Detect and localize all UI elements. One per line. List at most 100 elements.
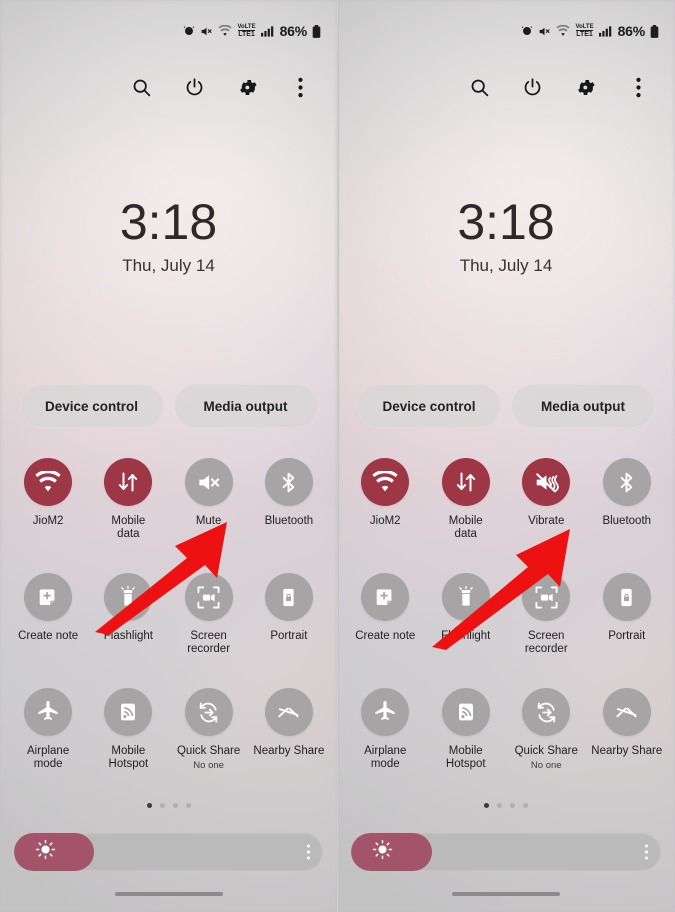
quick-tile-mobile-hotspot[interactable]: Mobile Hotspot [429,688,503,798]
quick-panel-icon-bar [337,62,675,112]
tile-row: Create note Flashlight Screen recorder Port… [337,573,675,688]
quick-tile-portrait[interactable]: Portrait [590,573,664,688]
hotspot-icon[interactable] [104,688,153,736]
quick-tile-portrait[interactable]: Portrait [252,573,326,688]
quick-tile-airplane-mode[interactable]: Airplane mode [348,688,422,798]
navigation-gesture-bar[interactable] [337,892,675,896]
bluetooth-icon[interactable] [602,458,651,506]
sound-off-icon [538,25,551,38]
quick-tile-jiom2[interactable]: JioM2 [348,458,422,573]
page-dot[interactable] [523,803,528,808]
battery-percent-label: 86% [279,23,308,39]
flashlight-icon[interactable] [104,573,153,621]
wifi-icon[interactable] [24,458,73,506]
clock-date: Thu, July 14 [459,255,553,275]
mobile-data-icon[interactable] [104,458,153,506]
tile-row: Airplane mode Mobile Hotspot Quick Share No… [0,688,337,798]
page-dot[interactable] [510,803,515,808]
quick-tile-quick-share[interactable]: Quick Share No one [509,688,583,798]
brightness-more-options-icon[interactable] [645,844,648,860]
quick-tile-nearby-share[interactable]: Nearby Share [252,688,326,798]
device-control-button[interactable]: Device control [357,384,501,428]
status-bar: VoLTE LTE1 86% [337,0,675,62]
quick-tile-bluetooth[interactable]: Bluetooth [590,458,664,573]
quick-tile-bluetooth[interactable]: Bluetooth [252,458,326,573]
quick-tile-label: Screen recorder [524,630,568,655]
page-dot[interactable] [497,803,502,808]
phone-panel-left: VoLTE LTE1 86% 3:18 Thu, July 14 Device … [0,0,337,912]
search-icon[interactable] [466,74,492,100]
brightness-slider-wrap [14,833,323,871]
quick-tile-create-note[interactable]: Create note [11,573,85,688]
vibrate-icon[interactable] [522,458,571,506]
quick-tile-airplane-mode[interactable]: Airplane mode [11,688,85,798]
quick-settings-tiles: JioM2 Mobile data Vibrate Bluetooth Create n… [337,458,675,798]
mute-icon[interactable] [184,458,233,506]
settings-gear-icon[interactable] [234,74,260,100]
brightness-slider[interactable] [14,833,323,871]
quick-tile-mute[interactable]: Mute [172,458,246,573]
quick-tile-flashlight[interactable]: Flashlight [429,573,503,688]
settings-gear-icon[interactable] [572,74,598,100]
nearby-share-icon[interactable] [602,688,651,736]
page-indicator[interactable] [337,803,675,808]
quick-tile-label: Vibrate [528,515,565,527]
quick-tile-mobile-data[interactable]: Mobile data [91,458,165,573]
quick-tile-label: Flashlight [441,630,491,642]
power-icon[interactable] [181,74,207,100]
quick-tile-label: Portrait [270,630,308,642]
device-control-button[interactable]: Device control [19,384,164,428]
quick-settings-tiles: JioM2 Mobile data Mute Bluetooth Create note… [0,458,337,798]
airplane-icon[interactable] [24,688,73,736]
more-options-icon[interactable] [625,74,651,100]
quick-tile-quick-share[interactable]: Quick Share No one [172,688,246,798]
screen-recorder-icon[interactable] [522,573,571,621]
quick-tile-flashlight[interactable]: Flashlight [91,573,165,688]
quick-share-icon[interactable] [522,688,571,736]
wifi-icon [218,25,232,37]
power-icon[interactable] [519,74,545,100]
flashlight-icon[interactable] [441,573,490,621]
rotation-lock-icon[interactable] [264,573,313,621]
more-options-icon[interactable] [287,74,313,100]
quick-tile-label: Quick Share [176,745,241,757]
quick-tile-screen-recorder[interactable]: Screen recorder [509,573,583,688]
quick-share-icon[interactable] [184,688,233,736]
navigation-gesture-bar[interactable] [0,892,337,896]
quick-tile-vibrate[interactable]: Vibrate [509,458,583,573]
quick-tile-jiom2[interactable]: JioM2 [11,458,85,573]
clock-date: Thu, July 14 [122,255,215,275]
quick-tile-create-note[interactable]: Create note [348,573,422,688]
quick-tile-nearby-share[interactable]: Nearby Share [590,688,664,798]
page-dot[interactable] [484,803,489,808]
rotation-lock-icon[interactable] [602,573,651,621]
media-output-button[interactable]: Media output [511,384,655,428]
mobile-data-icon[interactable] [441,458,490,506]
battery-percent-label: 86% [617,23,646,39]
quick-tile-label: Mobile data [111,515,146,540]
search-icon[interactable] [128,74,154,100]
wifi-icon[interactable] [361,458,410,506]
bluetooth-icon[interactable] [264,458,313,506]
create-note-icon[interactable] [24,573,73,621]
alarm-icon [521,25,533,37]
quick-tile-label: Nearby Share [253,745,325,757]
quick-tile-mobile-hotspot[interactable]: Mobile Hotspot [91,688,165,798]
media-output-button[interactable]: Media output [173,384,318,428]
quick-tile-sublabel: No one [193,760,224,771]
create-note-icon[interactable] [361,573,410,621]
brightness-slider[interactable] [351,833,661,871]
quick-tile-screen-recorder[interactable]: Screen recorder [172,573,246,688]
page-dot[interactable] [172,803,178,808]
page-dot[interactable] [146,803,152,808]
nearby-share-icon[interactable] [264,688,313,736]
page-dot[interactable] [185,803,191,808]
screen-recorder-icon[interactable] [184,573,233,621]
brightness-more-options-icon[interactable] [307,844,310,860]
page-dot[interactable] [159,803,165,808]
airplane-icon[interactable] [361,688,410,736]
hotspot-icon[interactable] [441,688,490,736]
quick-tile-mobile-data[interactable]: Mobile data [429,458,503,573]
quick-tile-label: Create note [18,630,79,642]
page-indicator[interactable] [0,803,337,808]
